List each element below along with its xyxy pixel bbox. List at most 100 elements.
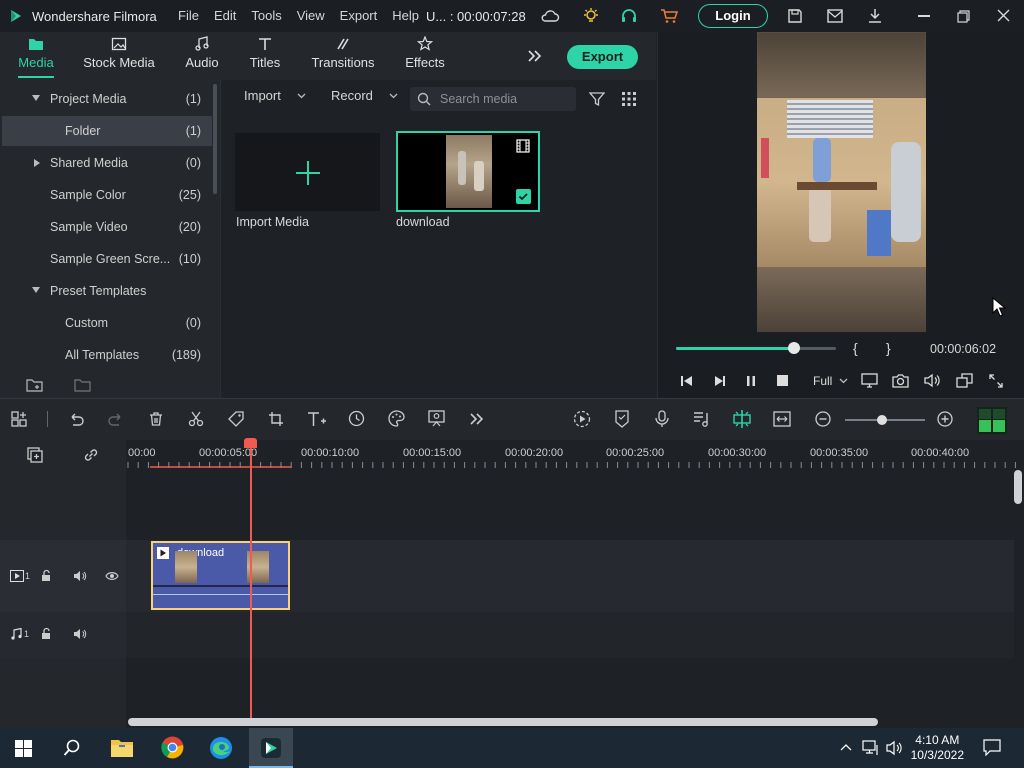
record-dropdown[interactable]: Record — [331, 88, 398, 103]
menu-help[interactable]: Help — [392, 0, 419, 32]
sidebar-item-all-templates[interactable]: All Templates (189) — [2, 340, 212, 370]
tab-media[interactable]: Media — [14, 36, 58, 70]
cloud-icon[interactable] — [540, 8, 560, 24]
grid-view-icon[interactable] — [622, 92, 636, 106]
monitor-icon[interactable] — [861, 373, 878, 388]
media-clip-thumbnail[interactable] — [396, 131, 540, 212]
sidebar-item-sample-color[interactable]: Sample Color (25) — [2, 180, 212, 210]
mute-icon[interactable] — [73, 570, 87, 582]
lock-icon[interactable] — [41, 569, 53, 582]
search-media-box[interactable] — [410, 87, 576, 111]
file-explorer-icon[interactable] — [110, 737, 134, 759]
taskbar-filmora-button[interactable] — [249, 728, 293, 768]
timeline-horizontal-scrollbar[interactable] — [128, 718, 878, 726]
windows-start-icon[interactable] — [15, 740, 32, 757]
undo-icon[interactable] — [68, 411, 84, 427]
more-tabs-icon[interactable] — [527, 49, 543, 63]
menu-export[interactable]: Export — [340, 0, 378, 32]
search-input[interactable] — [440, 91, 570, 107]
fullscreen-icon[interactable] — [989, 374, 1003, 388]
audio-track-lane[interactable] — [126, 612, 1014, 658]
audio-mixer-icon[interactable] — [693, 410, 711, 428]
mark-out-button[interactable]: } — [886, 340, 891, 356]
preview-progress-track[interactable] — [676, 342, 836, 354]
tab-titles[interactable]: Titles — [246, 36, 284, 70]
collapse-arrow-icon[interactable] — [32, 287, 40, 293]
lightbulb-icon[interactable] — [582, 7, 600, 25]
volume-icon[interactable] — [924, 373, 941, 388]
fit-timeline-icon[interactable] — [773, 411, 791, 427]
playhead-line[interactable] — [250, 446, 252, 718]
sidebar-item-preset-templates[interactable]: Preset Templates — [2, 276, 212, 306]
folder-outline-icon[interactable] — [74, 377, 91, 392]
zoom-in-icon[interactable] — [937, 411, 953, 427]
link-icon[interactable] — [83, 447, 99, 463]
export-button[interactable]: Export — [567, 45, 638, 69]
zoom-slider-track[interactable] — [845, 415, 925, 425]
menu-file[interactable]: File — [178, 0, 199, 32]
snapshot-icon[interactable] — [892, 373, 909, 388]
tab-transitions[interactable]: Transitions — [310, 36, 376, 70]
restore-icon[interactable] — [957, 10, 970, 23]
microphone-icon[interactable] — [654, 410, 670, 428]
color-palette-icon[interactable] — [388, 410, 405, 427]
auto-ripple-icon[interactable] — [732, 409, 752, 429]
tab-audio[interactable]: Audio — [182, 36, 222, 70]
redo-icon[interactable] — [108, 411, 124, 427]
import-media-tile[interactable] — [235, 133, 380, 211]
render-preview-icon[interactable] — [573, 410, 591, 428]
zoom-slider-handle[interactable] — [877, 415, 887, 425]
menu-view[interactable]: View — [297, 0, 325, 32]
quality-dropdown[interactable]: Full — [813, 374, 848, 388]
system-clock[interactable]: 4:10 AM 10/3/2022 — [911, 733, 964, 763]
lock-icon[interactable] — [41, 627, 53, 640]
eye-icon[interactable] — [105, 571, 119, 581]
tag-icon[interactable] — [228, 411, 244, 427]
stop-icon[interactable] — [777, 375, 788, 386]
crop-icon[interactable] — [268, 411, 284, 427]
tray-chevron-up-icon[interactable] — [840, 743, 852, 751]
speed-icon[interactable] — [348, 410, 365, 427]
import-dropdown[interactable]: Import — [244, 88, 306, 103]
minimize-icon[interactable] — [918, 15, 930, 17]
sidebar-item-sample-video[interactable]: Sample Video (20) — [2, 212, 212, 242]
cut-icon[interactable] — [188, 411, 204, 427]
mail-icon[interactable] — [827, 9, 843, 23]
step-back-icon[interactable] — [680, 374, 694, 388]
layout-icon[interactable] — [11, 411, 27, 427]
add-track-icon[interactable] — [27, 447, 43, 463]
expand-arrow-icon[interactable] — [34, 159, 40, 167]
delete-icon[interactable] — [148, 411, 164, 427]
menu-edit[interactable]: Edit — [214, 0, 236, 32]
filter-icon[interactable] — [589, 91, 605, 107]
edge-icon[interactable] — [209, 736, 233, 760]
new-folder-icon[interactable] — [26, 377, 43, 392]
chrome-icon[interactable] — [161, 736, 184, 759]
more-tools-icon[interactable] — [469, 412, 485, 426]
headset-icon[interactable] — [620, 7, 638, 25]
menu-tools[interactable]: Tools — [251, 0, 281, 32]
taskbar-search-icon[interactable] — [63, 739, 81, 757]
zoom-out-icon[interactable] — [815, 411, 831, 427]
timeline-video-clip[interactable]: download — [151, 541, 290, 610]
mark-in-button[interactable]: { — [853, 340, 858, 356]
speaker-icon[interactable] — [886, 740, 904, 756]
marker-icon[interactable] — [614, 410, 630, 428]
timeline-vertical-scrollbar[interactable] — [1014, 470, 1022, 504]
green-screen-icon[interactable] — [428, 410, 445, 427]
tab-effects[interactable]: Effects — [402, 36, 448, 70]
download-icon[interactable] — [867, 8, 883, 24]
sidebar-item-project-media[interactable]: Project Media (1) — [2, 84, 212, 114]
sidebar-item-shared-media[interactable]: Shared Media (0) — [2, 148, 212, 178]
sidebar-item-custom[interactable]: Custom (0) — [2, 308, 212, 338]
close-icon[interactable] — [997, 9, 1010, 22]
notification-icon[interactable] — [983, 739, 1001, 756]
mute-icon[interactable] — [73, 628, 87, 640]
checkmark-icon[interactable] — [516, 189, 531, 204]
sidebar-item-folder[interactable]: Folder (1) — [2, 116, 212, 146]
cart-icon[interactable] — [660, 8, 678, 24]
audio-meter-icon[interactable] — [977, 407, 1007, 434]
pause-icon[interactable] — [745, 375, 757, 387]
crop-ratio-icon[interactable] — [956, 373, 973, 388]
sidebar-scrollbar[interactable] — [213, 84, 217, 194]
